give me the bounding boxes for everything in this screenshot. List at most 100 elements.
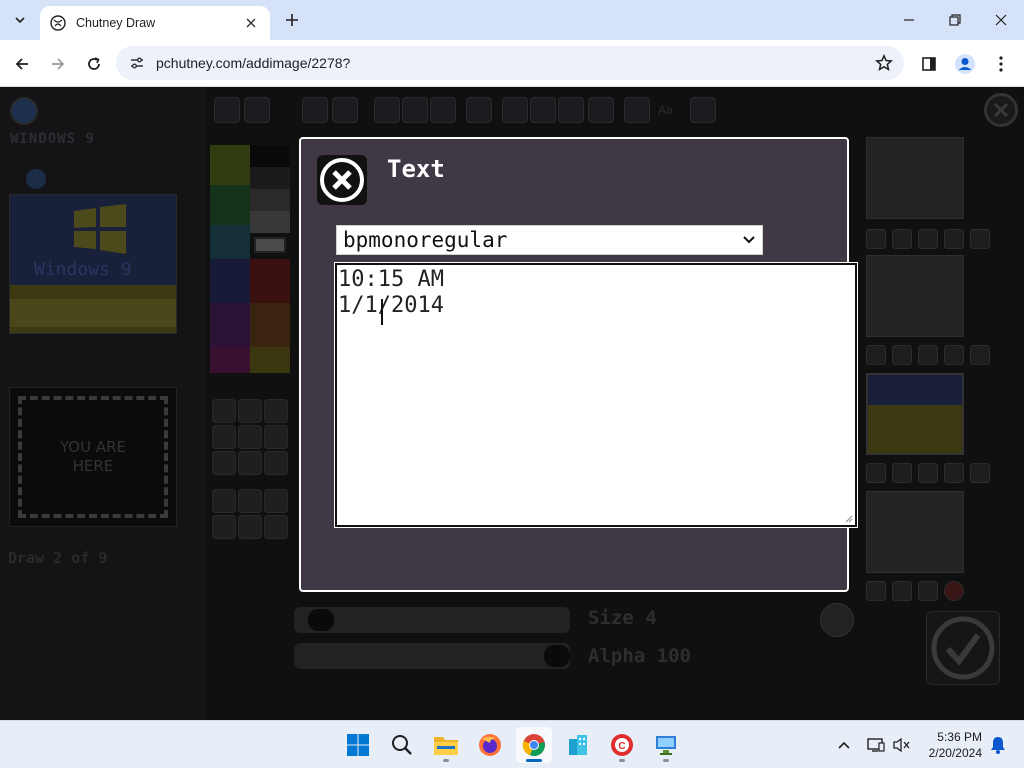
address-bar[interactable]: pchutney.com/addimage/2278? (116, 46, 904, 80)
layer-thumbnail[interactable] (866, 491, 964, 573)
rotate-tool-button[interactable] (558, 97, 584, 123)
back-button[interactable] (8, 50, 36, 78)
brush-tool-6[interactable] (264, 425, 288, 449)
taskbar-clock[interactable]: 5:36 PM 2/20/2024 (918, 729, 982, 761)
reload-button[interactable] (80, 50, 108, 78)
swatch[interactable] (210, 303, 250, 347)
shape-tool-5[interactable] (238, 515, 262, 539)
taskbar-firefox[interactable] (472, 727, 508, 763)
zoom-out-tool-button[interactable] (374, 97, 400, 123)
volume-button[interactable] (890, 733, 914, 757)
font-select[interactable]: bpmonoregular (336, 225, 763, 255)
bookmark-star-icon[interactable] (870, 49, 898, 77)
taskbar-app-building[interactable] (560, 727, 596, 763)
settings-tool-button[interactable] (244, 97, 270, 123)
image-tool-button[interactable] (588, 97, 614, 123)
layer-delete-icon[interactable] (918, 581, 938, 601)
swatch[interactable] (210, 259, 250, 303)
profile-button[interactable] (950, 49, 980, 79)
minimize-button[interactable] (886, 0, 932, 40)
shape-tool-2[interactable] (238, 489, 262, 513)
swatch[interactable] (250, 145, 290, 167)
brush-tool-8[interactable] (238, 451, 262, 475)
show-hidden-icons-button[interactable] (832, 733, 856, 757)
layer-copy-button[interactable] (944, 229, 964, 249)
layer-tool-button[interactable] (624, 97, 650, 123)
swatch[interactable] (210, 225, 250, 259)
swatch[interactable] (250, 211, 290, 233)
layer-visibility-icon[interactable] (892, 463, 912, 483)
taskbar-chrome[interactable] (516, 727, 552, 763)
undo-tool-button[interactable] (302, 97, 328, 123)
browser-menu-button[interactable] (986, 49, 1016, 79)
dialog-close-button[interactable] (317, 155, 367, 205)
swatch[interactable] (250, 259, 290, 303)
swatch[interactable] (210, 185, 250, 225)
shape-tool-4[interactable] (212, 515, 236, 539)
shape-tool-1[interactable] (212, 489, 236, 513)
taskbar-app-monitor[interactable] (648, 727, 684, 763)
shape-tool-6[interactable] (264, 515, 288, 539)
resize-grip-icon[interactable] (845, 515, 853, 523)
taskbar-search-button[interactable] (384, 727, 420, 763)
close-window-button[interactable] (978, 0, 1024, 40)
browser-tab[interactable]: Chutney Draw (40, 6, 270, 40)
network-status-button[interactable] (864, 733, 888, 757)
brush-tool-1[interactable] (212, 399, 236, 423)
swatch[interactable] (250, 167, 290, 189)
swatch[interactable] (210, 145, 250, 185)
size-slider[interactable] (294, 607, 570, 633)
text-input-area[interactable]: 10:15 AM 1/1/2014 (335, 263, 857, 527)
taskbar-file-explorer[interactable] (428, 727, 464, 763)
brush-tool-4[interactable] (212, 425, 236, 449)
brush-tool-9[interactable] (264, 451, 288, 475)
notifications-button[interactable] (986, 733, 1010, 757)
fullscreen-tool-button[interactable] (690, 97, 716, 123)
eraser-tool[interactable] (238, 399, 262, 423)
restore-button[interactable] (932, 0, 978, 40)
site-info-icon[interactable] (126, 52, 148, 74)
mirror-tool-button[interactable] (530, 97, 556, 123)
app-close-button[interactable] (984, 93, 1018, 127)
grid-tool-button[interactable] (466, 97, 492, 123)
forward-button[interactable] (44, 50, 72, 78)
current-color-button[interactable] (820, 603, 854, 637)
text-tool-button[interactable]: Aa (658, 103, 673, 117)
layer-merge-button[interactable] (970, 463, 990, 483)
tab-close-icon[interactable] (242, 14, 260, 32)
done-button[interactable] (926, 611, 1000, 685)
move-tool-button[interactable] (430, 97, 456, 123)
layer-up-button[interactable] (866, 581, 886, 601)
swatch[interactable] (250, 347, 290, 373)
layer-thumbnail[interactable] (866, 137, 964, 219)
layer-delete-icon[interactable] (918, 345, 938, 365)
brush-tool-3[interactable] (264, 399, 288, 423)
layer-visibility-icon[interactable] (892, 345, 912, 365)
swatch[interactable] (250, 303, 290, 347)
layer-thumbnail[interactable] (866, 255, 964, 337)
layer-up-button[interactable] (866, 345, 886, 365)
layer-up-button[interactable] (866, 463, 886, 483)
zoom-in-tool-button[interactable] (402, 97, 428, 123)
size-slider-knob[interactable] (308, 609, 334, 631)
url-text[interactable]: pchutney.com/addimage/2278? (156, 55, 870, 71)
alpha-slider[interactable] (294, 643, 570, 669)
layer-merge-button[interactable] (970, 229, 990, 249)
layer-delete-icon[interactable] (918, 229, 938, 249)
alpha-slider-knob[interactable] (544, 645, 570, 667)
layer-up-button[interactable] (866, 229, 886, 249)
taskbar-app-red[interactable]: C (604, 727, 640, 763)
save-tool-button[interactable] (214, 97, 240, 123)
layer-visibility-icon[interactable] (892, 581, 912, 601)
layer-delete-icon[interactable] (918, 463, 938, 483)
swatch[interactable] (250, 189, 290, 211)
swatch[interactable] (210, 347, 250, 373)
redo-tool-button[interactable] (332, 97, 358, 123)
layer-thumbnail-active[interactable] (866, 373, 964, 455)
series-avatar[interactable] (26, 169, 46, 189)
layer-merge-button[interactable] (970, 345, 990, 365)
layer-add-button[interactable] (944, 581, 964, 601)
previous-drawing-thumbnail[interactable]: Windows 9 (9, 194, 177, 334)
layer-visibility-icon[interactable] (892, 229, 912, 249)
swatch-selected[interactable] (254, 237, 286, 253)
